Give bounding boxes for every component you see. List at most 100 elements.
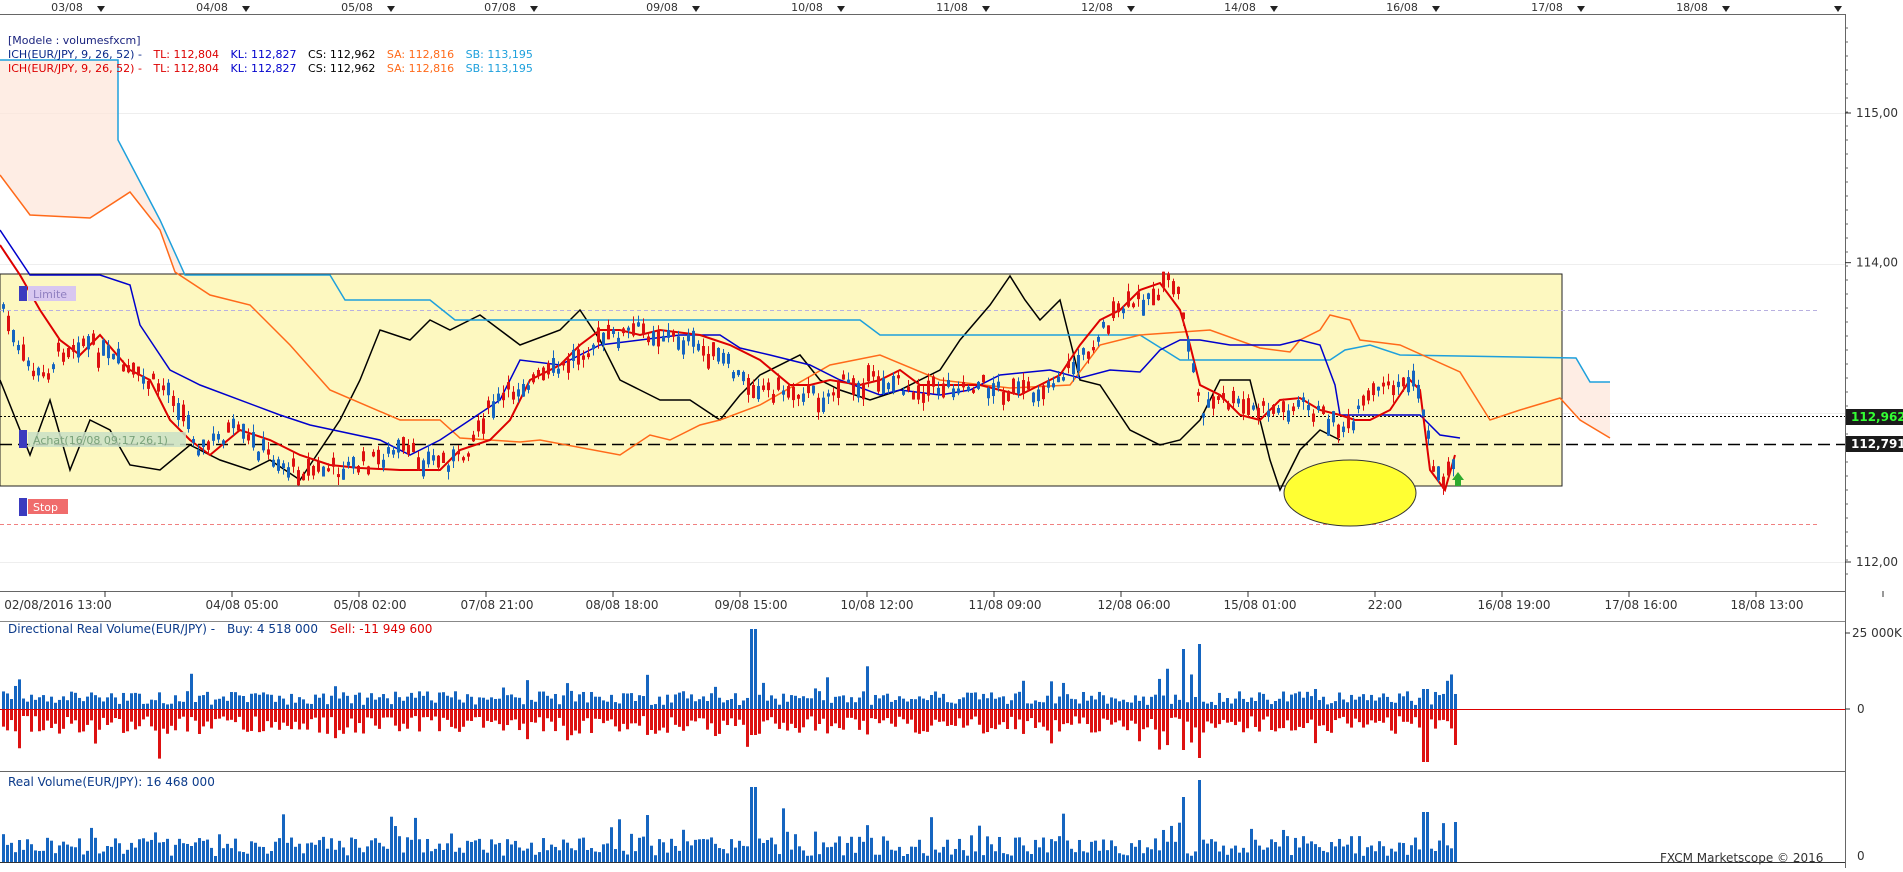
candle — [17, 345, 20, 351]
candle — [107, 345, 110, 359]
real-volume-bar — [806, 855, 809, 862]
svg-text:ICH(EUR/JPY, 9, 26, 52) -: ICH(EUR/JPY, 9, 26, 52) - TL: 112,804 KL… — [8, 62, 533, 75]
candle — [977, 381, 980, 389]
sell-volume-bar — [1002, 710, 1005, 723]
sell-volume-bar — [522, 710, 525, 724]
candle — [477, 420, 480, 432]
buy-volume-bar — [1382, 693, 1385, 709]
buy-volume-bar — [78, 697, 81, 709]
candle — [67, 348, 70, 358]
real-volume-bar — [1234, 845, 1237, 862]
sell-volume-bar — [866, 710, 869, 735]
real-volume-bar — [22, 849, 25, 862]
candle — [1367, 390, 1370, 401]
candle — [182, 404, 185, 422]
buy-volume-bar — [1094, 699, 1097, 709]
real-volume-bar — [266, 853, 269, 862]
buy-volume-bar — [642, 696, 645, 709]
real-volume-bar — [454, 851, 457, 862]
forex-chart-window[interactable]: Limite Achat(16/08 09:17,26,1) Stop 03/0… — [0, 0, 1903, 868]
sell-volume-bar — [434, 710, 437, 717]
buy-volume-bar — [282, 698, 285, 709]
buy-volume-bar — [978, 699, 981, 709]
sell-volume-bar — [730, 710, 733, 719]
real-volume-bar — [486, 852, 489, 862]
buy-volume-bar — [822, 700, 825, 709]
sell-volume-bar — [82, 710, 85, 732]
sell-volume-bar — [966, 710, 969, 726]
entry-order-marker[interactable]: Achat(16/08 09:17,26,1) — [19, 430, 186, 448]
candle — [1002, 391, 1005, 405]
drv-panel[interactable] — [0, 622, 1845, 771]
sell-volume-bar — [1154, 710, 1157, 730]
candle — [47, 373, 50, 380]
sell-volume-bar — [138, 710, 141, 727]
buy-volume-bar — [1258, 692, 1261, 709]
buy-volume-bar — [1366, 700, 1369, 709]
buy-volume-bar — [1350, 694, 1353, 709]
buy-volume-bar — [842, 695, 845, 709]
buy-volume-bar — [754, 629, 757, 709]
real-volume-bar — [974, 851, 977, 862]
sell-volume-bar — [1218, 710, 1221, 725]
stop-order-marker[interactable]: Stop — [19, 498, 68, 516]
real-volume-bar — [1130, 843, 1133, 862]
candle — [702, 346, 705, 356]
buy-volume-bar — [550, 698, 553, 709]
real-volume-bar — [774, 844, 777, 862]
real-volume-bar — [246, 853, 249, 862]
candle — [572, 349, 575, 361]
buy-volume-bar — [198, 695, 201, 709]
sell-volume-bar — [670, 710, 673, 718]
sell-volume-bar — [190, 710, 193, 718]
real-volume-bar — [346, 855, 349, 862]
candle — [657, 330, 660, 347]
sell-volume-bar — [334, 710, 337, 739]
real-volume-bar — [894, 850, 897, 862]
candle — [522, 383, 525, 397]
real-volume-bar — [534, 854, 537, 862]
candle — [517, 389, 520, 397]
buy-volume-bar — [166, 704, 169, 709]
real-volume-bar — [370, 840, 373, 862]
candle — [162, 385, 165, 391]
sell-volume-bar — [882, 710, 885, 721]
candle — [1127, 291, 1130, 307]
real-volume-bar — [710, 837, 713, 862]
sell-volume-bar — [1106, 710, 1109, 720]
sell-volume-bar — [202, 710, 205, 727]
sell-volume-bar — [598, 710, 601, 719]
buy-volume-bar — [482, 697, 485, 709]
buy-volume-bar — [1326, 704, 1329, 709]
time-axis-label: 07/08 21:00 — [461, 598, 534, 612]
real-volume-bar — [1290, 855, 1293, 862]
candle — [537, 369, 540, 376]
candle — [1232, 390, 1235, 404]
price-axis-area[interactable] — [1845, 14, 1903, 591]
sell-volume-bar — [1262, 710, 1265, 720]
candle — [1032, 392, 1035, 403]
real-volume-bar — [850, 836, 853, 862]
candle — [1042, 385, 1045, 400]
real-volume-bar — [746, 846, 749, 862]
sell-volume-bar — [1434, 710, 1437, 729]
candle — [292, 458, 295, 467]
real-volume-bar — [1258, 845, 1261, 862]
candle — [617, 337, 620, 349]
buy-volume-bar — [518, 697, 521, 709]
sell-volume-bar — [958, 710, 961, 719]
candle — [1267, 410, 1270, 417]
sell-volume-bar — [90, 710, 93, 721]
buy-volume-bar — [590, 691, 593, 709]
real-volume-bar — [274, 841, 277, 862]
sell-volume-bar — [1350, 710, 1353, 728]
sell-volume-bar — [562, 710, 565, 726]
real-volume-bar — [1210, 839, 1213, 862]
sell-volume-bar — [886, 710, 889, 719]
buy-volume-bar — [1042, 702, 1045, 709]
real-volume-bar — [446, 843, 449, 862]
candle — [787, 386, 790, 398]
candle — [1017, 381, 1020, 394]
candle — [52, 364, 55, 370]
candle — [907, 386, 910, 391]
